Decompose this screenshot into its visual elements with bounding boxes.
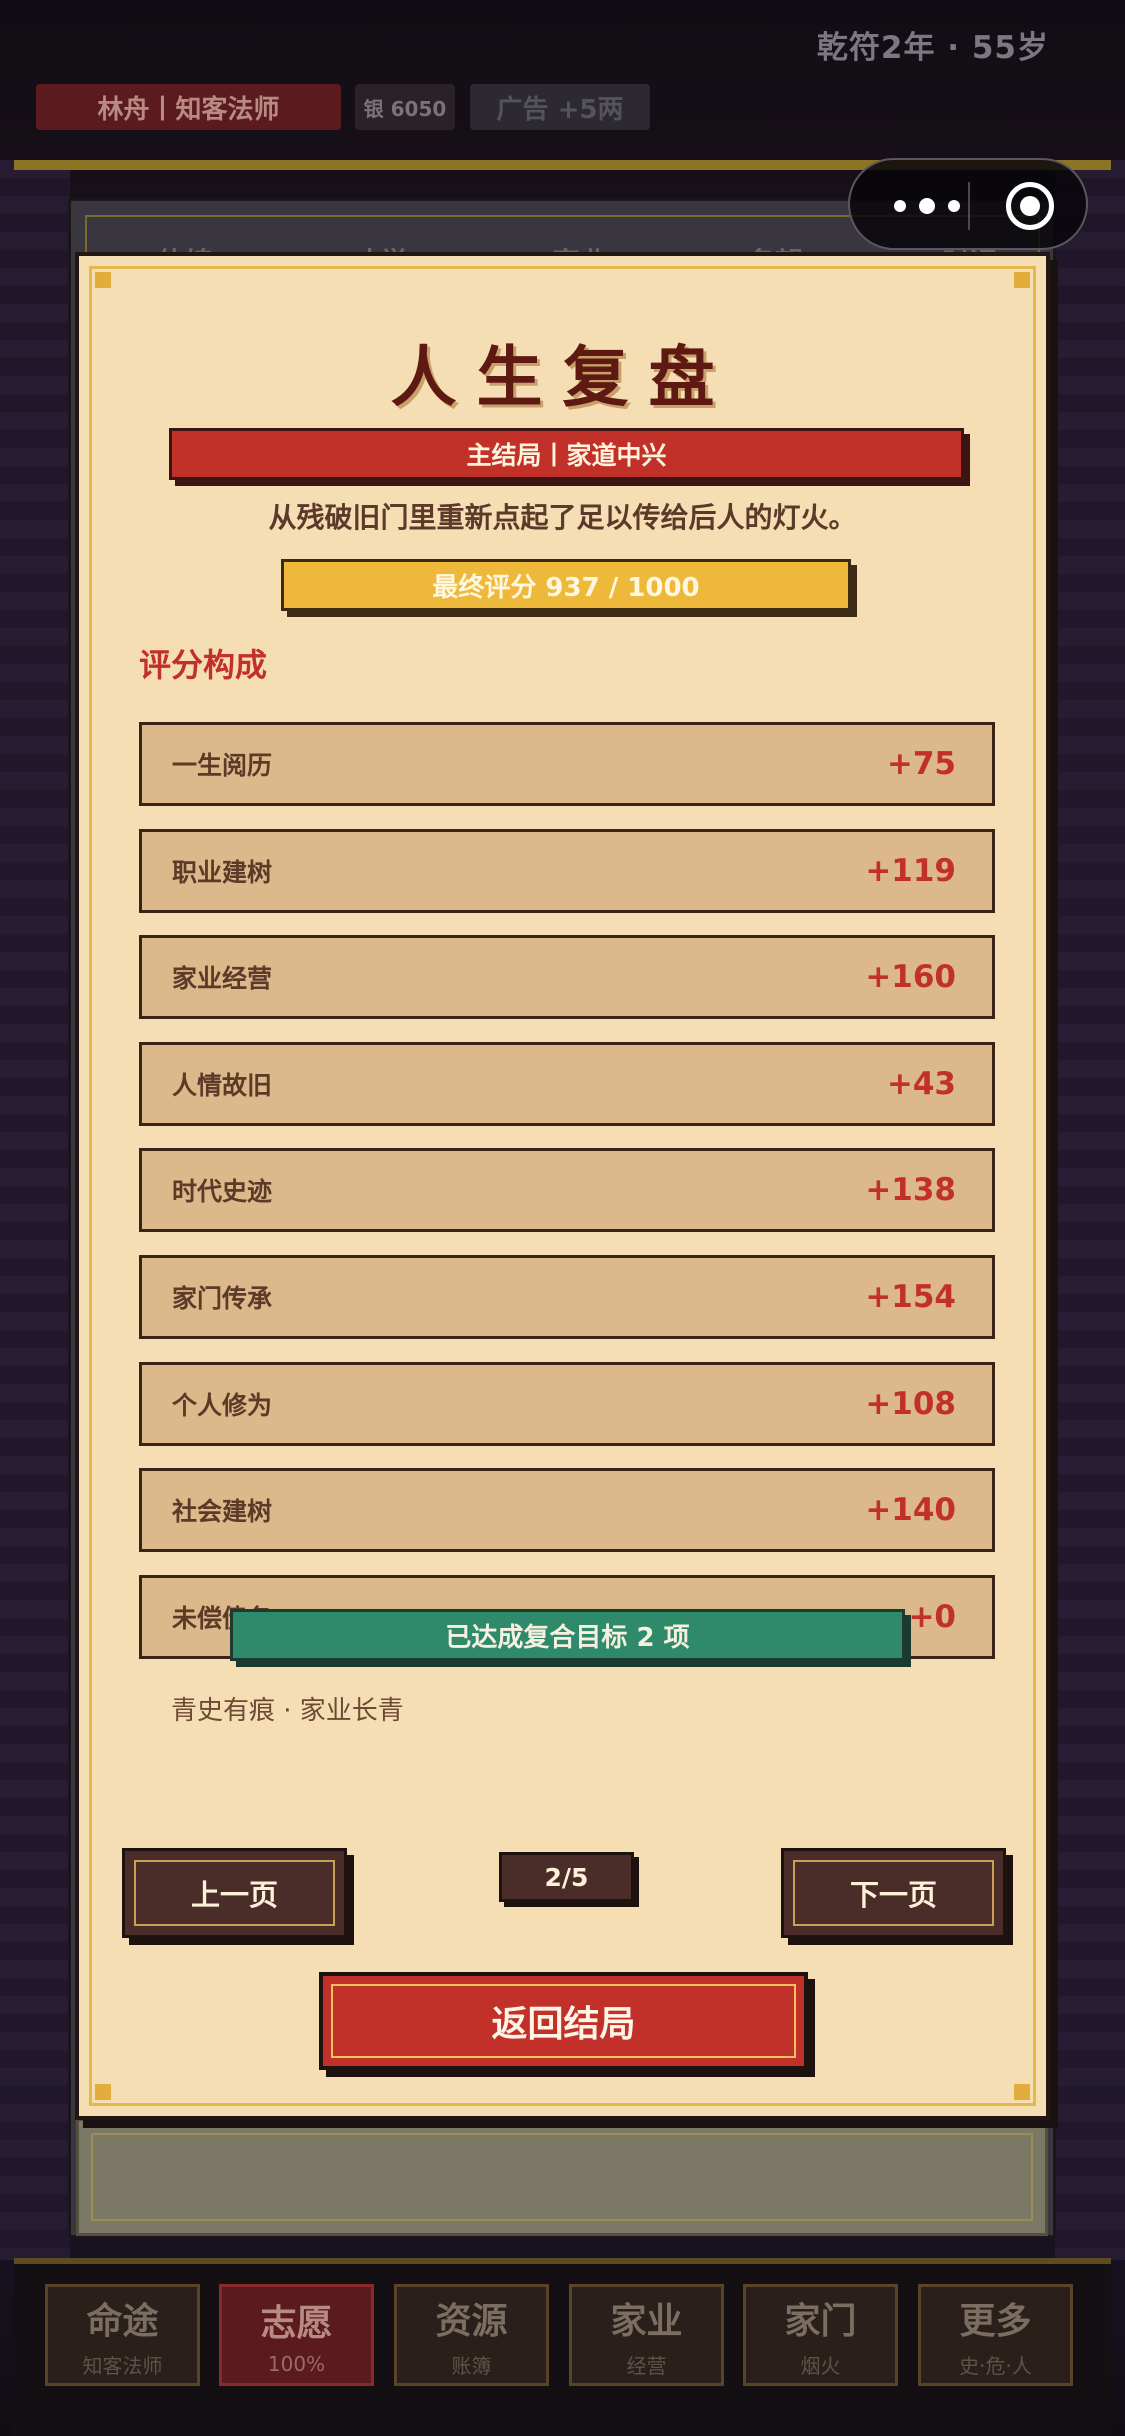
prev-page-button[interactable]: 上一页: [122, 1848, 347, 1938]
ending-banner: 主结局丨家道中兴: [169, 428, 964, 480]
score-value: +140: [865, 1492, 956, 1528]
year-age-label: 乾符2年 · 55岁: [816, 30, 1049, 66]
score-row: 家业经营 +160: [139, 935, 995, 1019]
corner-ornament: [1014, 2084, 1030, 2100]
score-breakdown-title: 评分构成: [139, 646, 268, 684]
score-value: +0: [908, 1599, 956, 1635]
score-label: 人情故旧: [172, 1071, 273, 1100]
mini-program-capsule: [848, 158, 1088, 250]
left-pillar: [0, 160, 70, 2260]
nav-sub: 经营: [626, 2353, 667, 2378]
score-label: 一生阅历: [172, 751, 273, 780]
prev-page-label: 上一页: [190, 1878, 278, 1912]
score-label: 个人修为: [172, 1391, 273, 1420]
nav-jiamen[interactable]: 家门 烟火: [743, 2284, 898, 2386]
score-value: +75: [886, 746, 956, 782]
score-row: 时代史迹 +138: [139, 1148, 995, 1232]
next-page-button[interactable]: 下一页: [781, 1848, 1006, 1938]
score-value: +108: [865, 1386, 956, 1422]
nav-sub: 100%: [267, 2352, 326, 2376]
next-page-label: 下一页: [849, 1878, 937, 1912]
nav-title: 家门: [784, 2300, 857, 2342]
nav-sub: 烟火: [800, 2353, 841, 2378]
target-circle-icon[interactable]: [1006, 182, 1054, 230]
honors-text: 青史有痕 · 家业长青: [171, 1696, 404, 1726]
background-lower-panel: [76, 2118, 1048, 2236]
score-value: +119: [865, 853, 956, 889]
nav-sub: 知客法师: [82, 2353, 163, 2378]
nav-title: 更多: [959, 2300, 1032, 2342]
life-review-modal: 人生复盘 主结局丨家道中兴 从残破旧门里重新点起了足以传给后人的灯火。 最终评分…: [75, 252, 1050, 2120]
score-value: +43: [886, 1066, 956, 1102]
score-label: 时代史迹: [172, 1177, 273, 1206]
score-value: +160: [865, 959, 956, 995]
nav-jiaye[interactable]: 家业 经营: [569, 2284, 724, 2386]
score-value: +154: [865, 1279, 956, 1315]
goal-achieved-banner: 已达成复合目标 2 项: [230, 1609, 905, 1661]
modal-title: 人生复盘: [390, 339, 735, 416]
nav-title: 命途: [86, 2300, 159, 2342]
score-label: 职业建树: [172, 858, 273, 887]
nav-sub: 史·危·人: [959, 2353, 1032, 2378]
right-pillar: [1055, 160, 1125, 2260]
score-label: 家业经营: [172, 964, 273, 993]
nav-title: 资源: [435, 2300, 508, 2342]
nav-zhiyuan[interactable]: 志愿 100%: [219, 2284, 374, 2386]
corner-ornament: [1014, 272, 1030, 288]
nav-more[interactable]: 更多 史·危·人: [918, 2284, 1073, 2386]
more-dots-icon[interactable]: [894, 186, 960, 226]
score-row: 职业建树 +119: [139, 829, 995, 913]
corner-ornament: [95, 272, 111, 288]
score-label: 家门传承: [172, 1284, 273, 1313]
nav-sub: 账簿: [451, 2353, 492, 2378]
score-label: 社会建树: [172, 1497, 273, 1526]
ending-description: 从残破旧门里重新点起了足以传给后人的灯火。: [268, 501, 857, 534]
score-row: 一生阅历 +75: [139, 722, 995, 806]
score-value: +138: [865, 1172, 956, 1208]
nav-title: 家业: [610, 2300, 683, 2342]
score-row: 社会建树 +140: [139, 1468, 995, 1552]
page-indicator: 2/5: [499, 1852, 634, 1902]
score-row: 家门传承 +154: [139, 1255, 995, 1339]
nav-mingtu[interactable]: 命途 知客法师: [45, 2284, 200, 2386]
corner-ornament: [95, 2084, 111, 2100]
role-chip[interactable]: 林舟丨知客法师: [36, 84, 341, 130]
silver-chip: 银 6050: [355, 84, 455, 130]
ad-reward-button[interactable]: 广告 +5两: [470, 84, 650, 130]
nav-title: 志愿: [260, 2303, 333, 2344]
nav-ziyuan[interactable]: 资源 账簿: [394, 2284, 549, 2386]
final-score-bar: 最终评分 937 / 1000: [281, 559, 851, 611]
return-to-ending-button[interactable]: 返回结局: [319, 1972, 808, 2070]
score-row: 人情故旧 +43: [139, 1042, 995, 1126]
return-label: 返回结局: [491, 2004, 636, 2045]
score-row: 个人修为 +108: [139, 1362, 995, 1446]
bottom-divider: [14, 2258, 1111, 2264]
capsule-separator: [968, 182, 970, 230]
